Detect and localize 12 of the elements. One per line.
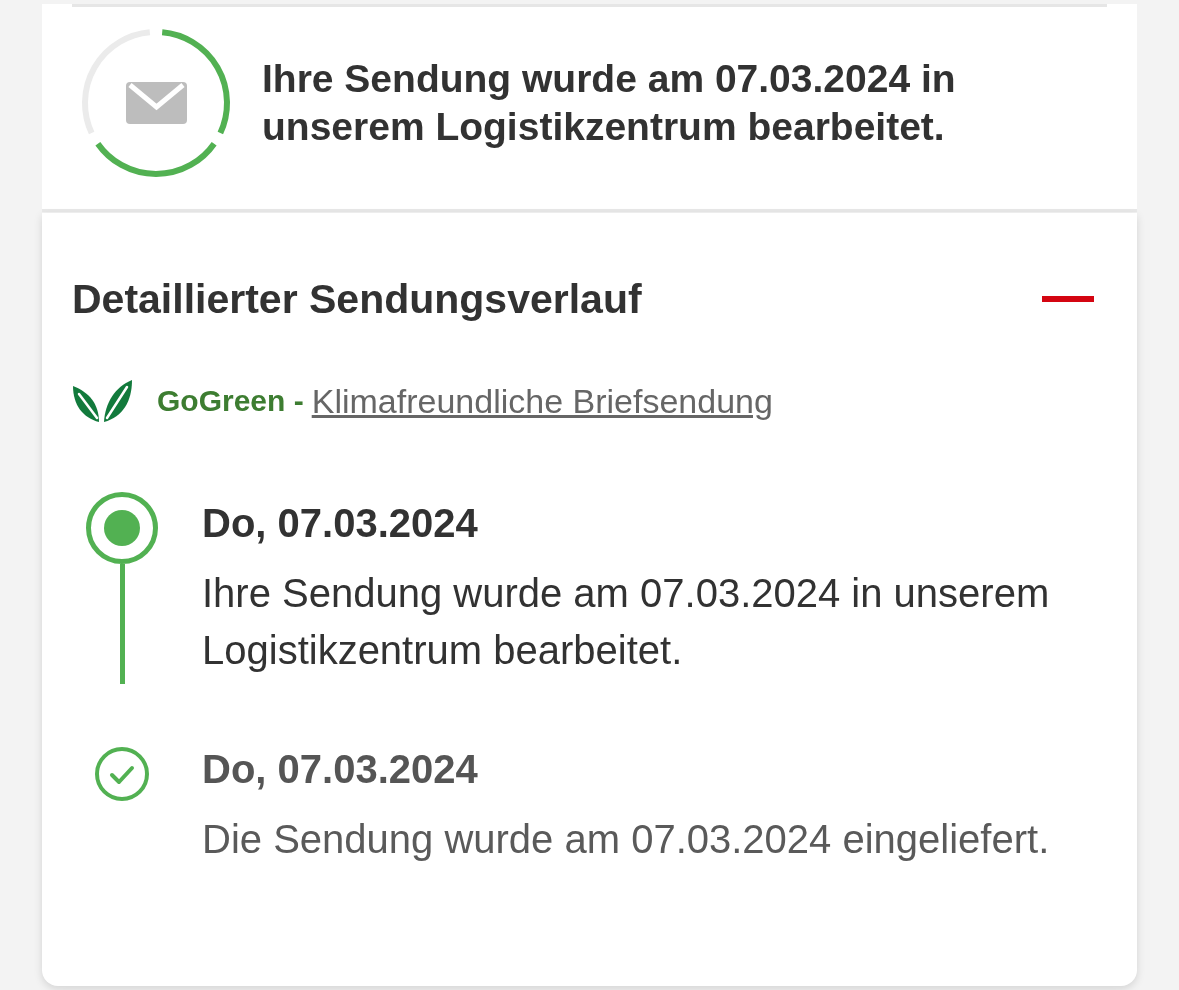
- gogreen-label: GoGreen -: [157, 384, 304, 418]
- leaves-icon: [72, 379, 132, 423]
- event-date: Do, 07.03.2024: [202, 746, 479, 793]
- climate-friendly-link[interactable]: Klimafreundliche Briefsendung: [311, 381, 773, 421]
- envelope-icon: [126, 82, 187, 124]
- event-description: Ihre Sendung wurde am 07.03.2024 in unserem Logistikzentrum bearbeitet.: [202, 570, 1051, 674]
- collapse-button[interactable]: [1042, 296, 1094, 302]
- minus-icon: [1042, 296, 1094, 302]
- event-date: Do, 07.03.2024: [202, 500, 479, 547]
- history-title: Detaillierter Sendungsverlauf: [72, 276, 642, 322]
- event-description: Die Sendung wurde am 07.03.2024 eingeliefert.: [202, 816, 1051, 863]
- status-message: Ihre Sendung wurde am 07.03.2024 in unserem Logistikzentrum bearbeitet.: [262, 56, 957, 150]
